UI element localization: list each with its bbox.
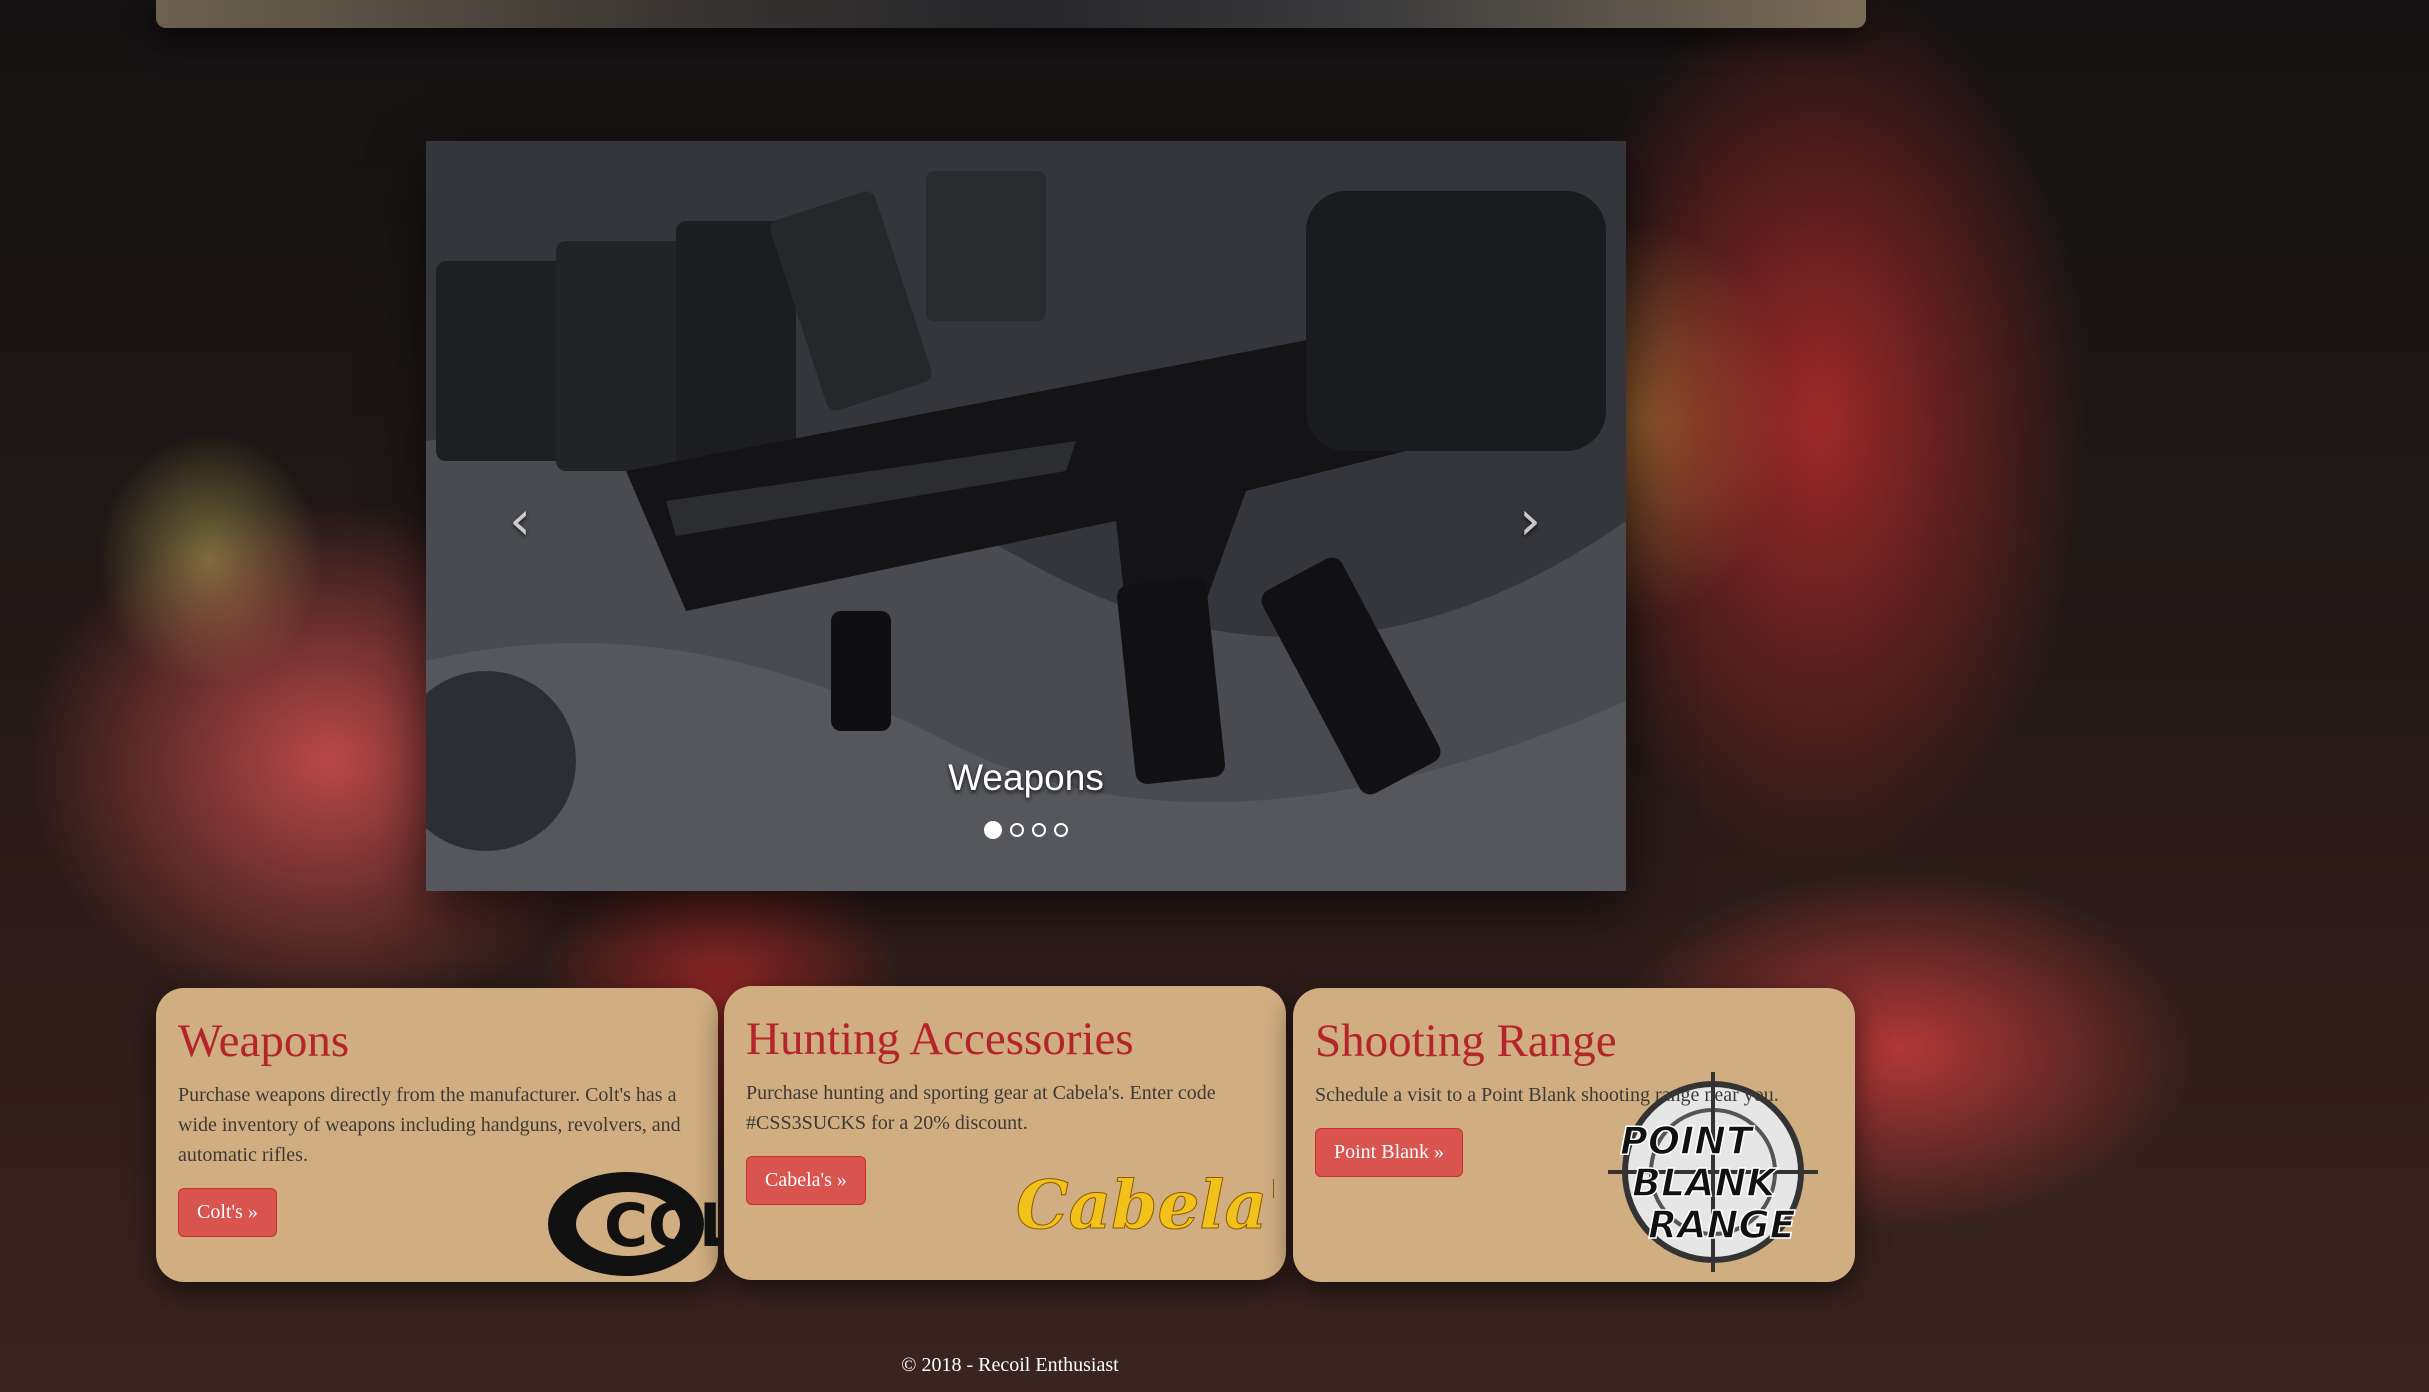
- svg-text:Cabela's: Cabela's: [1016, 1166, 1274, 1244]
- header-banner-image: [156, 0, 1866, 28]
- carousel-caption: Weapons: [948, 757, 1104, 798]
- svg-text:COLT: COLT: [604, 1191, 718, 1261]
- chevron-left-icon: ‹: [509, 489, 531, 552]
- card-shooting-range: Shooting Range Schedule a visit to a Poi…: [1293, 988, 1855, 1282]
- card-hunting-accessories: Hunting Accessories Purchase hunting and…: [724, 986, 1286, 1280]
- card-title: Hunting Accessories: [746, 1013, 1134, 1065]
- svg-text:BLANK: BLANK: [1632, 1161, 1778, 1205]
- cabelas-logo: Cabela's: [1016, 1166, 1275, 1245]
- carousel-indicator-1[interactable]: [984, 821, 1002, 839]
- carousel-prev-button[interactable]: ‹: [490, 491, 550, 551]
- card-text: Purchase hunting and sporting gear at Ca…: [746, 1082, 1216, 1135]
- colt-logo: COLT: [548, 1172, 718, 1276]
- svg-text:RANGE: RANGE: [1648, 1203, 1796, 1247]
- image-carousel: ‹ › Weapons: [426, 141, 1626, 891]
- card-text: Purchase weapons directly from the manuf…: [178, 1084, 681, 1167]
- carousel-indicator-2[interactable]: [1010, 823, 1024, 837]
- point-blank-button[interactable]: Point Blank »: [1315, 1128, 1464, 1178]
- svg-text:POINT: POINT: [1620, 1119, 1755, 1163]
- colts-button[interactable]: Colt's »: [178, 1188, 277, 1238]
- carousel-indicator-3[interactable]: [1032, 823, 1046, 837]
- carousel-indicator-4[interactable]: [1054, 823, 1068, 837]
- carousel-indicators: [426, 821, 1626, 839]
- card-title: Shooting Range: [1315, 1015, 1617, 1067]
- card-text: Schedule a visit to a Point Blank shooti…: [1315, 1084, 1779, 1107]
- chevron-right-icon: ›: [1519, 489, 1541, 552]
- card-title: Weapons: [178, 1015, 350, 1067]
- footer-copyright: © 2018 - Recoil Enthusiast: [901, 1354, 1119, 1376]
- cabelas-button[interactable]: Cabela's »: [746, 1156, 866, 1206]
- card-weapons: Weapons Purchase weapons directly from t…: [156, 988, 718, 1282]
- carousel-next-button[interactable]: ›: [1500, 491, 1560, 551]
